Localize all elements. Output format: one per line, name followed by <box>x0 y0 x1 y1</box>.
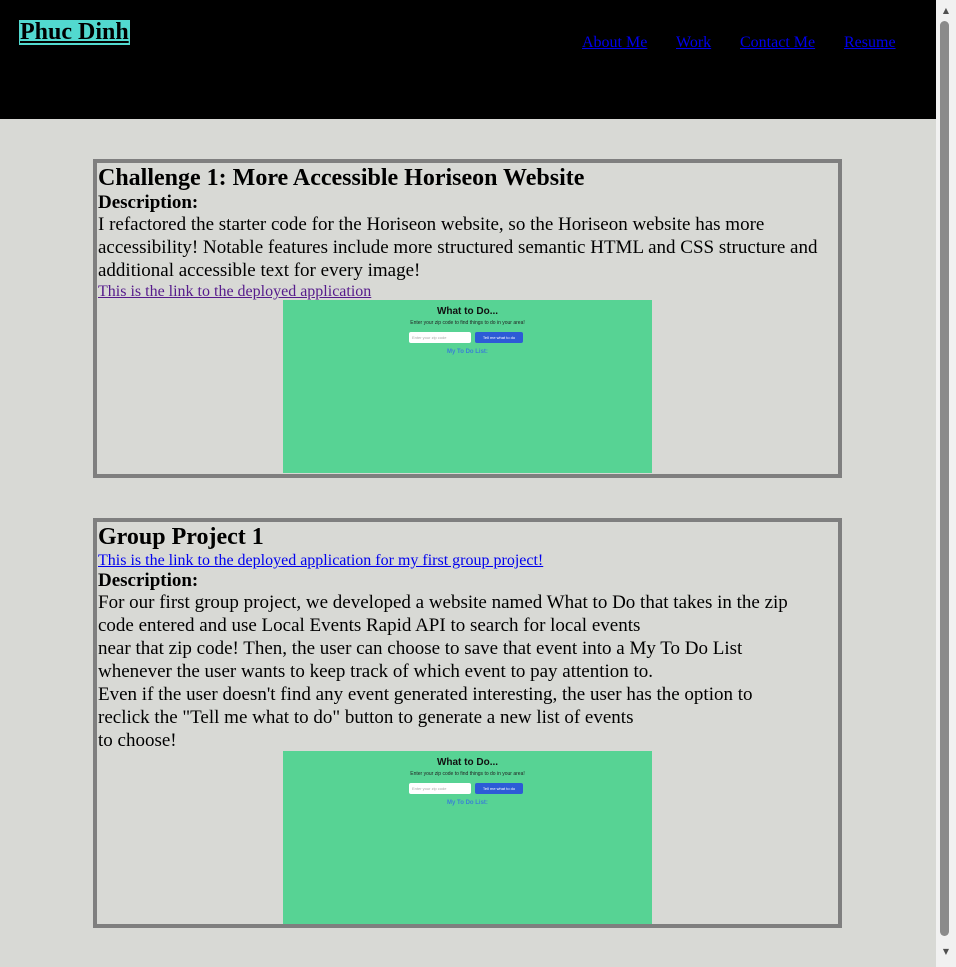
screenshot-subtitle: Enter your zip code to find things to do… <box>410 771 525 777</box>
project-title: Group Project 1 <box>98 524 264 550</box>
project-screenshot: What to Do... Enter your zip code to fin… <box>283 300 652 473</box>
screenshot-zip-input: Enter your zip code <box>409 783 471 794</box>
screenshot-tell-me-button: Tell me what to do <box>475 783 523 794</box>
scrollbar-thumb[interactable] <box>940 21 949 936</box>
screenshot-subtitle: Enter your zip code to find things to do… <box>410 320 525 326</box>
deployed-app-link[interactable]: This is the link to the deployed applica… <box>97 551 838 570</box>
page: Phuc Dinh About Me Work Contact Me Resum… <box>0 0 936 967</box>
screenshot-title: What to Do... <box>436 306 499 317</box>
project-title: Challenge 1: More Accessible Horiseon We… <box>98 165 585 191</box>
project-card-group-project-1: Group Project 1 This is the link to the … <box>93 518 842 928</box>
description-label: Description: <box>98 192 199 213</box>
vertical-scrollbar[interactable]: ▲ ▼ <box>936 0 956 967</box>
project-description: I refactored the starter code for the Ho… <box>97 213 838 282</box>
description-paragraph: to choose! <box>98 730 177 751</box>
description-label: Description: <box>98 570 199 591</box>
triangle-up-icon[interactable]: ▲ <box>936 3 956 19</box>
description-paragraph: Even if the user doesn't find any event … <box>98 684 753 728</box>
site-brand[interactable]: Phuc Dinh <box>19 20 130 45</box>
deployed-app-link[interactable]: This is the link to the deployed applica… <box>97 282 838 301</box>
project-screenshot: What to Do... Enter your zip code to fin… <box>283 751 652 924</box>
project-card-challenge-1: Challenge 1: More Accessible Horiseon We… <box>93 159 842 478</box>
nav-link-resume[interactable]: Resume <box>844 33 896 52</box>
screenshot-zip-input: Enter your zip code <box>409 332 471 343</box>
nav-link-contact-me[interactable]: Contact Me <box>740 33 815 52</box>
project-description: For our first group project, we develope… <box>97 591 838 752</box>
triangle-down-icon[interactable]: ▼ <box>936 944 956 960</box>
nav-link-work[interactable]: Work <box>676 33 711 52</box>
site-header: Phuc Dinh About Me Work Contact Me Resum… <box>0 0 936 119</box>
screenshot-todo-list-label: My To Do List: <box>447 800 488 806</box>
nav-link-about-me[interactable]: About Me <box>582 33 647 52</box>
description-paragraph: near that zip code! Then, the user can c… <box>98 638 743 682</box>
description-paragraph: I refactored the starter code for the Ho… <box>98 214 818 281</box>
screenshot-title: What to Do... <box>436 757 499 768</box>
screenshot-todo-list-label: My To Do List: <box>447 349 488 355</box>
screenshot-tell-me-button: Tell me what to do <box>475 332 523 343</box>
description-paragraph: For our first group project, we develope… <box>98 592 788 636</box>
